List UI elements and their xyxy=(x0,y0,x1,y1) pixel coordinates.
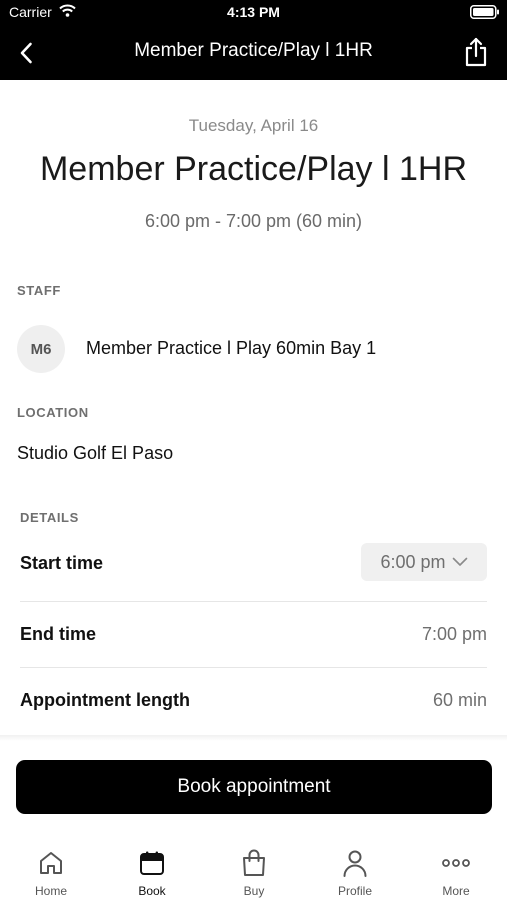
end-time-value: 7:00 pm xyxy=(421,624,487,644)
details-section-label: DETAILS xyxy=(20,510,79,525)
appointment-length-row: Appointment length 60 min xyxy=(20,690,487,714)
appointment-time-range: 6:00 pm - 7:00 pm (60 min) xyxy=(144,211,363,231)
content-separator xyxy=(0,735,507,741)
page-title: Member Practice/Play l 1HR xyxy=(39,150,467,188)
appointment-length-value: 60 min xyxy=(432,690,487,710)
shopping-bag-icon xyxy=(241,848,267,878)
end-time-label: End time xyxy=(20,624,97,644)
tab-more[interactable]: More xyxy=(421,848,491,898)
appointment-date: Tuesday, April 16 xyxy=(188,116,319,135)
staff-name: Member Practice l Play 60min Bay 1 xyxy=(86,338,377,358)
tab-profile[interactable]: Profile xyxy=(320,848,390,898)
tab-home-label: Home xyxy=(34,884,67,898)
book-appointment-button[interactable]: Book appointment xyxy=(16,760,492,814)
tab-book-label: Book xyxy=(138,884,166,898)
start-time-row: Start time 6:00 pm xyxy=(20,543,487,583)
calendar-icon xyxy=(139,848,165,878)
battery-icon xyxy=(470,5,500,24)
status-bar: Carrier 4:13 PM xyxy=(0,0,507,26)
back-button[interactable] xyxy=(12,38,40,68)
divider xyxy=(20,667,487,668)
tab-more-label: More xyxy=(442,884,470,898)
tab-buy-label: Buy xyxy=(243,884,265,898)
tab-home[interactable]: Home xyxy=(16,848,86,898)
more-dots-icon xyxy=(442,848,470,878)
staff-section-label: STAFF xyxy=(17,283,61,298)
avatar: M6 xyxy=(17,325,65,373)
location-name: Studio Golf El Paso xyxy=(17,443,174,463)
person-icon xyxy=(342,848,368,878)
nav-title: Member Practice/Play l 1HR xyxy=(134,40,373,61)
tab-book[interactable]: Book xyxy=(117,848,187,898)
appointment-length-label: Appointment length xyxy=(20,690,190,710)
chevron-left-icon xyxy=(20,42,32,64)
tab-bar: Home Book Buy Profile More xyxy=(0,836,507,900)
nav-bar: Member Practice/Play l 1HR xyxy=(0,26,507,80)
share-icon xyxy=(465,37,487,67)
divider xyxy=(20,601,487,602)
tab-buy[interactable]: Buy xyxy=(219,848,289,898)
status-time: 4:13 PM xyxy=(227,4,280,20)
location-section-label: LOCATION xyxy=(17,405,89,420)
chevron-down-icon xyxy=(452,557,467,566)
tab-profile-label: Profile xyxy=(337,884,372,898)
start-time-label: Start time xyxy=(20,553,104,573)
home-icon xyxy=(38,848,64,878)
share-button[interactable] xyxy=(461,35,491,69)
start-time-select[interactable]: 6:00 pm xyxy=(361,543,487,581)
start-time-value: 6:00 pm xyxy=(380,551,446,572)
end-time-row: End time 7:00 pm xyxy=(20,624,487,648)
